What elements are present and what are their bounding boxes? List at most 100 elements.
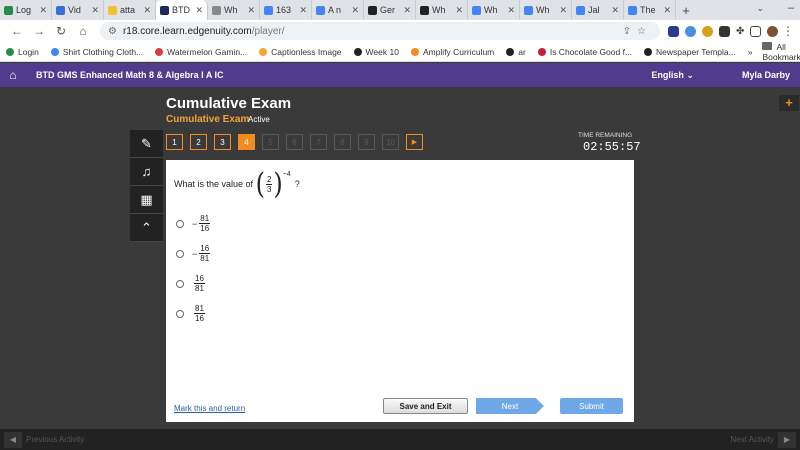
browser-tab[interactable]: Log ✕ bbox=[0, 0, 52, 20]
window-minimize-icon[interactable]: – bbox=[788, 2, 794, 14]
bookmark-item[interactable]: Watermelon Gamin... bbox=[155, 47, 247, 57]
close-icon[interactable]: ✕ bbox=[247, 5, 255, 16]
previous-activity-label[interactable]: Previous Activity bbox=[26, 435, 84, 444]
radio-button[interactable] bbox=[176, 219, 184, 228]
question-button[interactable]: 9 bbox=[358, 134, 375, 150]
submit-button[interactable]: Submit bbox=[560, 398, 623, 414]
new-tab-button[interactable]: + bbox=[676, 3, 696, 18]
close-icon[interactable]: ✕ bbox=[195, 5, 203, 16]
close-icon[interactable]: ✕ bbox=[663, 5, 671, 16]
close-icon[interactable]: ✕ bbox=[455, 5, 463, 16]
expand-plus-button[interactable]: + bbox=[779, 95, 799, 111]
close-icon[interactable]: ✕ bbox=[507, 5, 515, 16]
question-button[interactable]: 8 bbox=[334, 134, 351, 150]
radio-button[interactable] bbox=[176, 249, 184, 258]
extension-icon[interactable] bbox=[685, 25, 696, 37]
question-button[interactable]: 7 bbox=[310, 134, 327, 150]
answer-option[interactable]: 81 16 bbox=[176, 304, 206, 323]
language-label: English bbox=[651, 69, 684, 80]
headphones-icon[interactable]: ♫ bbox=[130, 158, 163, 186]
browser-tab[interactable]: A n ✕ bbox=[312, 0, 364, 20]
calculator-icon[interactable]: ▦ bbox=[130, 186, 163, 214]
browser-tab[interactable]: atta ✕ bbox=[104, 0, 156, 20]
language-select[interactable]: English ⌄ bbox=[651, 70, 694, 81]
bookmark-item[interactable]: Shirt Clothing Cloth... bbox=[50, 46, 144, 57]
puzzle-icon[interactable]: ✤ bbox=[736, 26, 744, 37]
reload-icon[interactable]: ↻ bbox=[50, 24, 72, 38]
question-button[interactable]: 3 bbox=[214, 134, 231, 150]
next-question-arrow-icon[interactable]: ▶ bbox=[406, 134, 423, 150]
user-name[interactable]: Myla Darby bbox=[730, 70, 790, 80]
radio-button[interactable] bbox=[176, 279, 184, 288]
next-activity-label[interactable]: Next Activity bbox=[730, 435, 774, 444]
bookmark-item[interactable]: Login bbox=[6, 47, 39, 57]
browser-tab[interactable]: Wh ✕ bbox=[416, 0, 468, 20]
bookmark-item[interactable]: Is Chocolate Good f... bbox=[537, 47, 632, 57]
forward-icon[interactable]: → bbox=[28, 24, 50, 38]
answer-option[interactable]: 16 81 bbox=[176, 274, 206, 293]
bookmark-favicon bbox=[644, 47, 653, 56]
tab-label: atta bbox=[120, 5, 136, 15]
close-icon[interactable]: ✕ bbox=[351, 5, 359, 16]
tab-favicon bbox=[628, 5, 637, 15]
extension-icon[interactable] bbox=[668, 25, 679, 37]
browser-tab[interactable]: Vid ✕ bbox=[52, 0, 104, 20]
site-info-icon[interactable]: ⚙ bbox=[108, 26, 117, 37]
save-and-exit-button[interactable]: Save and Exit bbox=[383, 398, 468, 414]
close-icon[interactable]: ✕ bbox=[91, 5, 99, 16]
browser-tab[interactable]: Jal ✕ bbox=[572, 0, 624, 20]
tab-favicon bbox=[160, 5, 169, 15]
bookmark-label: Shirt Clothing Cloth... bbox=[62, 46, 144, 57]
all-bookmarks-button[interactable]: All Bookmarks bbox=[762, 41, 800, 62]
browser-tab[interactable]: The ✕ bbox=[624, 0, 676, 20]
bookmark-item[interactable]: Amplify Curriculum bbox=[410, 47, 494, 57]
question-button[interactable]: 4 bbox=[238, 134, 255, 150]
question-button[interactable]: 2 bbox=[190, 134, 207, 150]
browser-tab[interactable]: 163 ✕ bbox=[260, 0, 312, 20]
close-icon[interactable]: ✕ bbox=[559, 5, 567, 16]
bookmark-item[interactable]: Week 10 bbox=[353, 47, 399, 57]
home-icon[interactable]: ⌂ bbox=[0, 68, 26, 82]
question-button[interactable]: 1 bbox=[166, 134, 183, 150]
pencil-icon[interactable]: ✎ bbox=[130, 130, 163, 158]
tab-search-icon[interactable]: ⌄ bbox=[756, 3, 764, 14]
browser-menu-icon[interactable]: ⋮ bbox=[782, 24, 794, 38]
next-button[interactable]: Next bbox=[476, 398, 544, 414]
bookmark-item[interactable]: Captionless Image bbox=[259, 47, 342, 57]
tab-label: Wh bbox=[484, 5, 498, 15]
question-button[interactable]: 6 bbox=[286, 134, 303, 150]
back-icon[interactable]: ← bbox=[6, 24, 28, 38]
mark-and-return-link[interactable]: Mark this and return bbox=[174, 404, 245, 413]
radio-button[interactable] bbox=[176, 309, 184, 318]
browser-tab[interactable]: Wh ✕ bbox=[208, 0, 260, 20]
share-and-bookmark-icons[interactable]: ⇪☆ bbox=[623, 26, 652, 37]
close-icon[interactable]: ✕ bbox=[299, 5, 307, 16]
profile-avatar[interactable] bbox=[767, 25, 779, 37]
close-icon[interactable]: ✕ bbox=[143, 5, 151, 16]
bookmark-item[interactable]: Newspaper Templa... bbox=[644, 47, 736, 57]
browser-tab[interactable]: BTD ✕ bbox=[156, 0, 208, 20]
highlighter-icon[interactable]: ⌃ bbox=[130, 214, 163, 242]
tab-label: Wh bbox=[224, 5, 238, 15]
chevron-down-icon: ⌄ bbox=[686, 69, 694, 80]
next-activity-arrow[interactable]: ▶ bbox=[778, 431, 796, 448]
bookmark-item[interactable]: ar bbox=[506, 47, 526, 57]
previous-activity-arrow[interactable]: ◀ bbox=[4, 431, 22, 448]
close-icon[interactable]: ✕ bbox=[403, 5, 411, 16]
sidebar-icon[interactable] bbox=[750, 25, 762, 37]
url-input[interactable]: ⚙ r18.core.learn.edgenuity.com/player/ ⇪… bbox=[100, 22, 660, 40]
extension-icon[interactable] bbox=[719, 25, 730, 37]
question-button[interactable]: 10 bbox=[382, 134, 399, 150]
more-bookmarks-icon[interactable]: » bbox=[748, 47, 753, 57]
question-button[interactable]: 5 bbox=[262, 134, 279, 150]
browser-tab[interactable]: Wh ✕ bbox=[520, 0, 572, 20]
close-icon[interactable]: ✕ bbox=[611, 5, 619, 16]
extension-icon[interactable] bbox=[702, 25, 713, 37]
browser-tab[interactable]: Wh ✕ bbox=[468, 0, 520, 20]
answer-option[interactable]: −16 81 bbox=[176, 244, 211, 263]
home-icon[interactable]: ⌂ bbox=[72, 24, 94, 38]
browser-tab[interactable]: Ger ✕ bbox=[364, 0, 416, 20]
answer-option[interactable]: −81 16 bbox=[176, 214, 211, 233]
bookmark-favicon bbox=[259, 47, 268, 56]
close-icon[interactable]: ✕ bbox=[39, 5, 47, 16]
